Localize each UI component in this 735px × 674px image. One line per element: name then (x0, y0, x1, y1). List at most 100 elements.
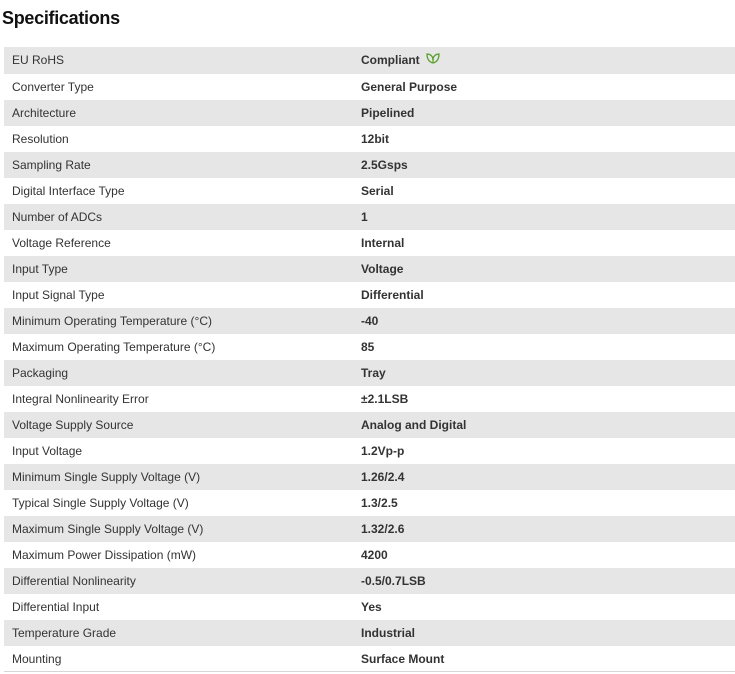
spec-name: Differential Nonlinearity (12, 573, 136, 588)
spec-row: Input Voltage 1.2Vp-p (4, 437, 735, 464)
spec-name: Sampling Rate (12, 157, 91, 172)
spec-value: Pipelined (361, 105, 415, 120)
spec-value-cell: 1.3/2.5 (361, 490, 735, 516)
spec-value: -0.5/0.7LSB (361, 573, 426, 588)
spec-value: 1.32/2.6 (361, 521, 405, 536)
spec-name: Minimum Single Supply Voltage (V) (12, 469, 201, 484)
spec-name: Packaging (12, 365, 69, 380)
spec-value: Industrial (361, 625, 416, 640)
spec-row: Maximum Operating Temperature (°C) 85 (4, 333, 735, 360)
spec-row: Input Signal Type Differential (4, 281, 735, 308)
spec-name: Integral Nonlinearity Error (12, 391, 149, 406)
spec-value-cell: Voltage (361, 256, 735, 282)
spec-row: Mounting Surface Mount (4, 645, 735, 672)
spec-value-cell: 1.32/2.6 (361, 516, 735, 542)
spec-row: Minimum Single Supply Voltage (V) 1.26/2.… (4, 463, 735, 490)
spec-name: Maximum Power Dissipation (mW) (12, 547, 197, 562)
spec-value: Surface Mount (361, 651, 445, 666)
spec-row: Packaging Tray (4, 359, 735, 386)
spec-name: Differential Input (12, 599, 100, 614)
spec-row: Voltage Supply Source Analog and Digital (4, 411, 735, 438)
spec-value: 12bit (361, 131, 390, 146)
spec-value: 1 (361, 209, 368, 224)
spec-value: 1.2Vp-p (361, 443, 405, 458)
spec-name: Converter Type (12, 79, 94, 94)
spec-value: Voltage (361, 261, 404, 276)
spec-row: Resolution 12bit (4, 125, 735, 152)
leaf-icon (426, 47, 440, 73)
spec-row: Minimum Operating Temperature (°C) -40 (4, 307, 735, 334)
spec-value: Analog and Digital (361, 417, 467, 432)
spec-value: 1.26/2.4 (361, 469, 405, 484)
spec-row: Sampling Rate 2.5Gsps (4, 151, 735, 178)
spec-name: Input Signal Type (12, 287, 105, 302)
spec-name: Number of ADCs (12, 209, 103, 224)
spec-row: Converter Type General Purpose (4, 73, 735, 100)
spec-value-cell: 1.2Vp-p (361, 438, 735, 464)
spec-value-cell: Tray (361, 360, 735, 386)
spec-value: Internal (361, 235, 405, 250)
spec-value-cell: General Purpose (361, 74, 735, 100)
spec-name: Architecture (12, 105, 77, 120)
spec-row: Maximum Single Supply Voltage (V) 1.32/2.… (4, 515, 735, 542)
spec-value-cell: 1.26/2.4 (361, 464, 735, 490)
spec-value: General Purpose (361, 79, 458, 94)
spec-value: Differential (361, 287, 424, 302)
spec-value-cell: Yes (361, 594, 735, 620)
spec-row: Digital Interface Type Serial (4, 177, 735, 204)
spec-row: Temperature Grade Industrial (4, 619, 735, 646)
spec-value-cell: -40 (361, 308, 735, 334)
spec-value-cell: Serial (361, 178, 735, 204)
spec-name: Resolution (12, 131, 69, 146)
spec-value-cell: 85 (361, 334, 735, 360)
spec-value: 4200 (361, 547, 388, 562)
spec-name: EU RoHS (12, 53, 65, 68)
spec-name: Digital Interface Type (12, 183, 125, 198)
spec-value-cell: Pipelined (361, 100, 735, 126)
spec-value-cell: 1 (361, 204, 735, 230)
spec-value: Serial (361, 183, 394, 198)
spec-value-cell: -0.5/0.7LSB (361, 568, 735, 594)
spec-name: Mounting (12, 651, 62, 666)
spec-row: Voltage Reference Internal (4, 229, 735, 256)
spec-name: Voltage Supply Source (12, 417, 134, 432)
spec-value: Yes (361, 599, 382, 614)
spec-name: Minimum Operating Temperature (°C) (12, 313, 212, 328)
spec-value-cell: Surface Mount (361, 646, 735, 672)
spec-row: Differential Input Yes (4, 593, 735, 620)
table-bottom-divider (4, 671, 735, 672)
spec-value: 1.3/2.5 (361, 495, 398, 510)
spec-row: Input Type Voltage (4, 255, 735, 282)
spec-name: Voltage Reference (12, 235, 111, 250)
spec-value-cell: Compliant (361, 47, 735, 74)
spec-value: ±2.1LSB (361, 391, 409, 406)
spec-name: Maximum Single Supply Voltage (V) (12, 521, 204, 536)
spec-row: Typical Single Supply Voltage (V) 1.3/2.5 (4, 489, 735, 516)
spec-name: Typical Single Supply Voltage (V) (12, 495, 189, 510)
spec-row: Architecture Pipelined (4, 99, 735, 126)
spec-value: 85 (361, 339, 375, 354)
spec-value-cell: 4200 (361, 542, 735, 568)
spec-value: Compliant (361, 53, 420, 67)
spec-row: Number of ADCs 1 (4, 203, 735, 230)
spec-value: -40 (361, 313, 379, 328)
spec-row: Maximum Power Dissipation (mW) 4200 (4, 541, 735, 568)
page-title: Specifications (2, 8, 120, 28)
spec-value: Tray (361, 365, 386, 380)
spec-value-cell: Industrial (361, 620, 735, 646)
spec-value: 2.5Gsps (361, 157, 408, 172)
spec-name: Input Type (12, 261, 68, 276)
spec-value-cell: 2.5Gsps (361, 152, 735, 178)
spec-row: Differential Nonlinearity -0.5/0.7LSB (4, 567, 735, 594)
spec-name: Input Voltage (12, 443, 83, 458)
spec-value-cell: 12bit (361, 126, 735, 152)
spec-value-cell: Differential (361, 282, 735, 308)
spec-name: Temperature Grade (12, 625, 117, 640)
specifications-table-body: EU RoHS Compliant Converter Type General Pu… (4, 47, 735, 672)
spec-row: Integral Nonlinearity Error ±2.1LSB (4, 385, 735, 412)
spec-value-cell: Internal (361, 230, 735, 256)
spec-value-cell: Analog and Digital (361, 412, 735, 438)
specifications-table: EU RoHS Compliant Converter Type General Pu… (4, 47, 735, 672)
spec-row: EU RoHS Compliant (4, 47, 735, 74)
spec-name: Maximum Operating Temperature (°C) (12, 339, 216, 354)
